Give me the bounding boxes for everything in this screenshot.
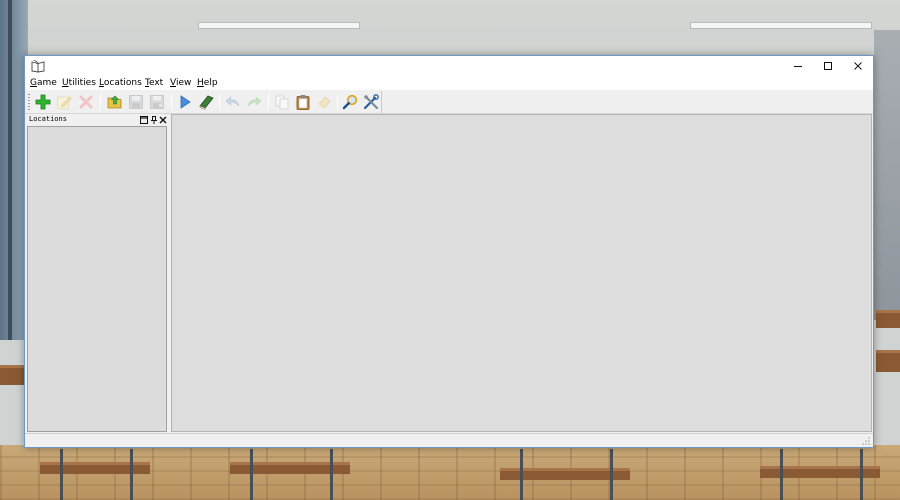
menu-utilities-rest: tilities	[68, 78, 96, 88]
desk	[876, 350, 900, 372]
toolbar-end-divider	[381, 91, 382, 113]
main-workspace[interactable]	[171, 114, 872, 432]
save-disk-icon	[129, 95, 143, 109]
toolbar-separator	[337, 94, 338, 110]
status-bar	[25, 433, 873, 447]
close-icon	[159, 116, 166, 123]
add-button[interactable]	[33, 92, 53, 112]
magnifier-icon	[342, 94, 358, 110]
green-plus-icon	[35, 94, 51, 110]
play-arrow-icon	[180, 95, 191, 109]
clipboard-icon	[296, 95, 310, 110]
rename-button[interactable]	[54, 92, 74, 112]
chair-leg	[130, 449, 133, 500]
redo-arrow-icon	[247, 96, 262, 107]
open-folder-icon	[107, 95, 122, 109]
menu-locations-rest: ocations	[103, 78, 142, 88]
eraser-icon	[318, 96, 331, 109]
tools-icon	[363, 94, 379, 110]
red-cross-icon	[79, 95, 93, 109]
locations-dock: Locations	[25, 114, 169, 432]
menu-view-rest: iew	[175, 78, 192, 88]
copy-button[interactable]	[272, 92, 292, 112]
desk	[876, 310, 900, 328]
app-window: Game Utilities Locations Text View Help	[24, 55, 874, 448]
dock-float-button[interactable]	[139, 115, 148, 124]
save-button[interactable]	[126, 92, 146, 112]
toolbar-grip[interactable]	[28, 94, 30, 110]
classroom-wall-right	[874, 30, 900, 320]
menu-locations[interactable]: Locations	[99, 77, 142, 89]
toolbar-separator	[100, 94, 101, 110]
ceiling-light	[690, 22, 872, 29]
menu-bar: Game Utilities Locations Text View Help	[25, 76, 873, 90]
settings-button[interactable]	[361, 92, 381, 112]
undo-button[interactable]	[223, 92, 243, 112]
close-icon	[854, 62, 862, 70]
chair-leg	[250, 449, 253, 500]
close-button[interactable]	[843, 56, 873, 76]
green-book-icon	[199, 95, 214, 110]
toolbar-separator	[268, 94, 269, 110]
save-as-button[interactable]	[147, 92, 167, 112]
dock-pin-button[interactable]	[149, 115, 158, 124]
run-button[interactable]	[175, 92, 195, 112]
chair-leg	[780, 449, 783, 500]
clear-button[interactable]	[314, 92, 334, 112]
paste-button[interactable]	[293, 92, 313, 112]
toolbar-separator	[219, 94, 220, 110]
game-info-button[interactable]	[196, 92, 216, 112]
desk	[40, 462, 150, 474]
ceiling-light	[198, 22, 360, 29]
toolbar-separator	[171, 94, 172, 110]
dock-close-button[interactable]	[158, 115, 167, 124]
minimize-button[interactable]	[783, 56, 813, 76]
chair-leg	[520, 449, 523, 500]
menu-game-accel: G	[30, 78, 37, 88]
menu-text[interactable]: Text	[145, 77, 163, 89]
menu-utilities-accel: U	[62, 78, 69, 88]
open-book-icon	[31, 60, 45, 73]
menu-help[interactable]: Help	[197, 77, 218, 89]
minimize-icon	[794, 66, 802, 67]
open-button[interactable]	[105, 92, 125, 112]
menu-game-rest: ame	[36, 78, 57, 88]
title-bar[interactable]	[25, 56, 873, 76]
menu-view[interactable]: View	[170, 77, 191, 89]
dock-title: Locations	[29, 115, 67, 123]
maximize-icon	[824, 62, 832, 70]
pin-icon	[150, 115, 157, 124]
chair-leg	[610, 449, 613, 500]
desk	[0, 365, 24, 385]
delete-button[interactable]	[76, 92, 96, 112]
search-button[interactable]	[340, 92, 360, 112]
resize-grip-icon[interactable]	[861, 436, 871, 446]
menu-text-rest: ext	[148, 78, 164, 88]
dock-header[interactable]: Locations	[27, 114, 167, 125]
save-as-disk-icon	[150, 95, 164, 109]
menu-utilities[interactable]: Utilities	[62, 77, 96, 89]
chair-leg	[60, 449, 63, 500]
pencil-note-icon	[57, 96, 72, 110]
maximize-button[interactable]	[813, 56, 843, 76]
redo-button[interactable]	[244, 92, 264, 112]
menu-help-accel: H	[197, 78, 204, 88]
toolbar	[25, 90, 873, 114]
float-icon	[139, 115, 148, 124]
menu-game[interactable]: Game	[30, 77, 57, 89]
copy-pages-icon	[275, 95, 289, 110]
chair-leg	[860, 449, 863, 500]
undo-arrow-icon	[225, 96, 240, 107]
menu-help-rest: elp	[203, 78, 218, 88]
chair-leg	[330, 449, 333, 500]
locations-list[interactable]	[27, 126, 167, 432]
